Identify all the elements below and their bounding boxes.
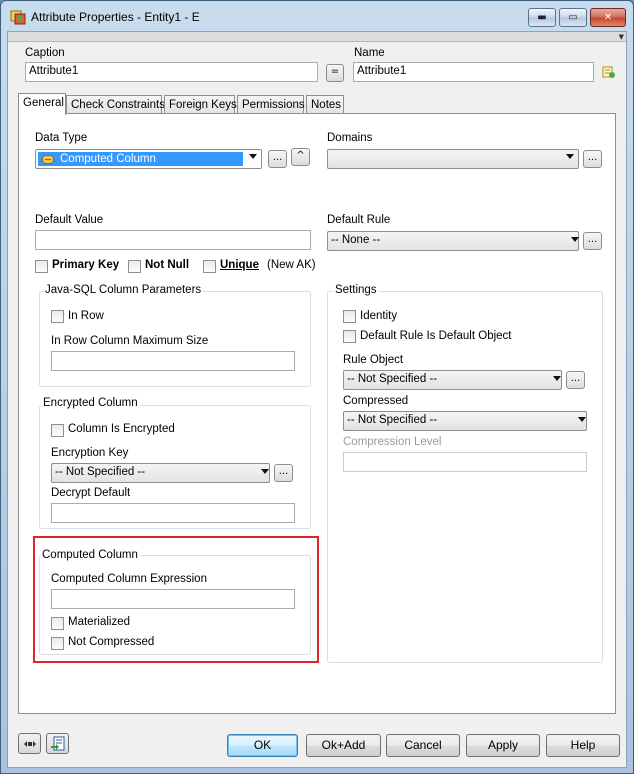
- data-type-selected: Computed Column: [38, 152, 243, 166]
- encryption-key-label: Encryption Key: [51, 447, 129, 459]
- default-rule-object-checkbox[interactable]: [343, 330, 356, 343]
- compression-level-input[interactable]: [343, 452, 587, 472]
- unique-checkbox[interactable]: [203, 260, 216, 273]
- data-type-caret-button[interactable]: ^: [291, 148, 310, 166]
- name-mapping-icon[interactable]: [602, 65, 616, 79]
- decrypt-default-input[interactable]: [51, 503, 295, 523]
- ok-button[interactable]: OK: [227, 734, 298, 757]
- materialized-checkbox[interactable]: [51, 617, 64, 630]
- help-button[interactable]: Help: [546, 734, 620, 757]
- compressed-label: Compressed: [343, 395, 409, 407]
- in-row-checkbox[interactable]: [51, 310, 64, 323]
- domains-label: Domains: [327, 132, 373, 144]
- title-bar[interactable]: Attribute Properties - Entity1 - E ▬ ▭ ✕: [1, 1, 633, 31]
- data-type-label: Data Type: [35, 132, 88, 144]
- tab-permissions[interactable]: Permissions: [237, 95, 305, 115]
- app-icon: [10, 10, 26, 25]
- computed-column-group-title: Computed Column: [40, 549, 140, 561]
- not-compressed-checkbox[interactable]: [51, 637, 64, 650]
- column-is-encrypted-checkbox[interactable]: [51, 424, 64, 437]
- attribute-properties-window: Attribute Properties - Entity1 - E ▬ ▭ ✕…: [0, 0, 634, 774]
- tab-general[interactable]: General: [18, 93, 66, 115]
- name-input[interactable]: Attribute1: [353, 62, 594, 82]
- export-icon: [50, 736, 64, 750]
- max-size-label: In Row Column Maximum Size: [51, 335, 209, 347]
- java-sql-group-title: Java-SQL Column Parameters: [43, 284, 204, 296]
- identity-label: Identity: [360, 310, 398, 322]
- cancel-button[interactable]: Cancel: [386, 734, 460, 757]
- name-label: Name: [354, 47, 385, 59]
- export-button[interactable]: [46, 733, 69, 754]
- data-type-combo[interactable]: Computed Column: [35, 149, 262, 169]
- compressed-combo[interactable]: -- Not Specified --: [343, 411, 587, 431]
- unique-label: Unique: [220, 259, 259, 271]
- default-rule-combo[interactable]: -- None --: [327, 231, 579, 251]
- settings-group-title: Settings: [333, 284, 379, 296]
- default-value-input[interactable]: [35, 230, 311, 250]
- default-rule-ellipsis-button[interactable]: ...: [583, 232, 602, 250]
- maximize-button[interactable]: ▭: [559, 8, 587, 27]
- decrypt-default-label: Decrypt Default: [51, 487, 131, 499]
- default-value-label: Default Value: [35, 214, 104, 226]
- computed-expression-input[interactable]: [51, 589, 295, 609]
- default-rule-label: Default Rule: [327, 214, 391, 226]
- chevron-down-icon: [553, 376, 561, 381]
- encryption-key-ellipsis-button[interactable]: ...: [274, 464, 293, 482]
- primary-key-checkbox[interactable]: [35, 260, 48, 273]
- chevron-down-icon: [249, 154, 257, 159]
- close-icon: ✕: [603, 12, 613, 23]
- max-size-input[interactable]: [51, 351, 295, 371]
- encryption-key-combo[interactable]: -- Not Specified --: [51, 463, 270, 483]
- sync-names-button[interactable]: =: [326, 64, 344, 82]
- tab-foreign-keys[interactable]: Foreign Keys: [164, 95, 237, 115]
- not-null-checkbox[interactable]: [128, 260, 141, 273]
- collapse-strip[interactable]: ▼: [8, 32, 626, 42]
- apply-button[interactable]: Apply: [466, 734, 540, 757]
- tab-notes[interactable]: Notes: [306, 95, 344, 115]
- minimize-icon: ▬: [537, 12, 547, 23]
- in-row-label: In Row: [68, 310, 104, 322]
- identity-checkbox[interactable]: [343, 310, 356, 323]
- rule-object-label: Rule Object: [343, 354, 404, 366]
- settings-group: [327, 291, 603, 663]
- window-title: Attribute Properties - Entity1 - E: [31, 10, 200, 24]
- compression-level-label: Compression Level: [343, 436, 442, 448]
- rule-object-ellipsis-button[interactable]: ...: [566, 371, 585, 389]
- new-ak-label: (New AK): [267, 259, 316, 271]
- default-rule-object-label: Default Rule Is Default Object: [360, 330, 512, 342]
- general-tab-panel: Data Type Computed Column ... ^ Domains …: [18, 113, 616, 714]
- chevron-down-icon: [261, 469, 269, 474]
- caption-label: Caption: [25, 47, 65, 59]
- rule-object-combo[interactable]: -- Not Specified --: [343, 370, 562, 390]
- ok-add-button[interactable]: Ok+Add: [306, 734, 381, 757]
- toggle-layout-icon: [23, 740, 36, 747]
- domains-ellipsis-button[interactable]: ...: [583, 150, 602, 168]
- toggle-layout-button[interactable]: [18, 733, 41, 754]
- chevron-down-icon: [571, 237, 579, 242]
- chevron-down-icon: [566, 154, 574, 159]
- chevron-down-icon: [578, 417, 586, 422]
- materialized-label: Materialized: [68, 616, 130, 628]
- column-is-encrypted-label: Column Is Encrypted: [68, 423, 175, 435]
- not-null-label: Not Null: [145, 259, 190, 271]
- data-type-ellipsis-button[interactable]: ...: [268, 150, 287, 168]
- tab-check-constraints[interactable]: Check Constraints: [66, 95, 165, 115]
- encrypted-group-title: Encrypted Column: [41, 397, 140, 409]
- not-compressed-label: Not Compressed: [68, 636, 155, 648]
- computed-column-icon: [42, 155, 54, 164]
- primary-key-label: Primary Key: [52, 259, 120, 271]
- minimize-button[interactable]: ▬: [528, 8, 556, 27]
- caption-input[interactable]: Attribute1: [25, 62, 318, 82]
- domains-combo[interactable]: [327, 149, 579, 169]
- computed-expression-label: Computed Column Expression: [51, 573, 207, 585]
- close-button[interactable]: ✕: [590, 8, 626, 27]
- collapse-arrow-icon: ▼: [618, 33, 624, 41]
- maximize-icon: ▭: [568, 12, 578, 23]
- dialog-client: ▼ Caption Attribute1 = Name Attribute1 G…: [7, 31, 627, 768]
